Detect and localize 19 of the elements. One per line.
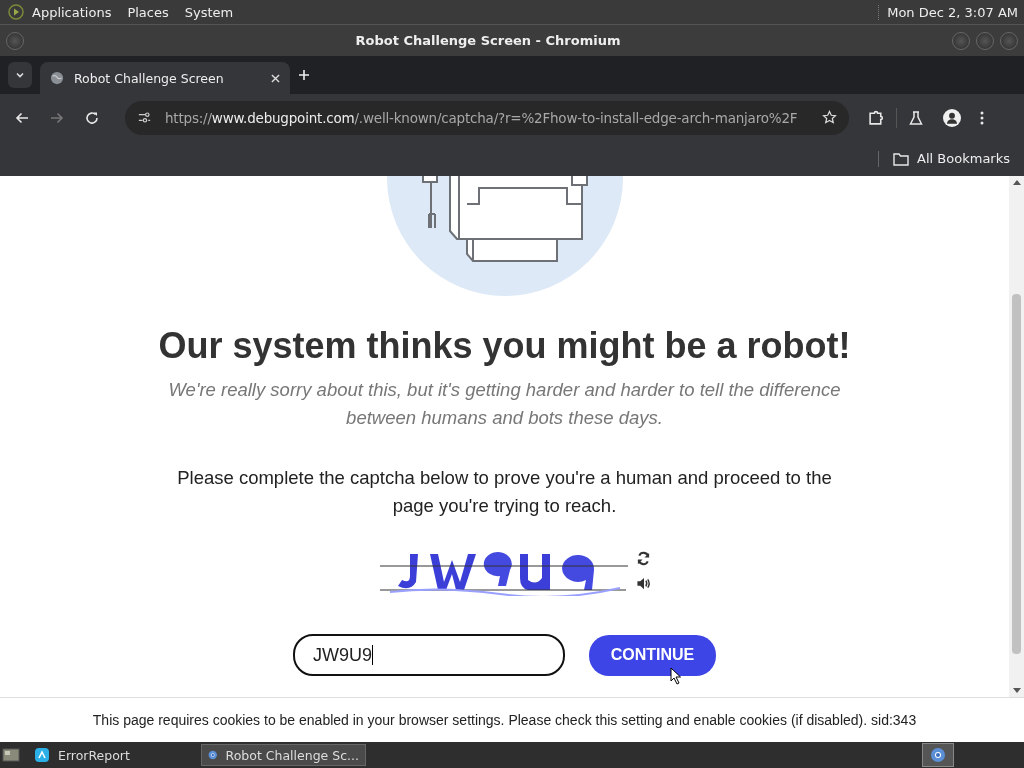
taskbar-item[interactable]: ErrorReport bbox=[28, 744, 193, 766]
bookmark-folder[interactable]: All Bookmarks bbox=[893, 151, 1010, 166]
window-title: Robot Challenge Screen - Chromium bbox=[354, 33, 622, 48]
panel-menu[interactable]: Places bbox=[127, 4, 169, 20]
instruction-text: Please complete the captcha below to prove you're a human and proceed to the page you're trying to reach. bbox=[176, 466, 833, 518]
answer-field[interactable]: JW9U9 bbox=[293, 634, 565, 676]
page-heading: Our system thinks you might be a robot! bbox=[158, 326, 851, 366]
cookie-notice-text: This page requires cookies to be enabled in your browser settings. Please check this setting and enable cookies (if disabled). sid:343 bbox=[92, 712, 917, 728]
url-text: https://www.debugpoint.com/.well-known/captcha/?r=%2Fhow-to-install-edge-arch-manjaro%2F bbox=[165, 109, 799, 126]
continue-button[interactable]: CONTINUE bbox=[589, 634, 716, 676]
clock[interactable]: Mon Dec 2, 3:07 AM bbox=[878, 4, 1018, 20]
taskbar-item[interactable]: Robot Challenge Sc... bbox=[201, 744, 366, 766]
bookmark-label: All Bookmarks bbox=[917, 151, 1010, 166]
address-bar[interactable]: https://www.debugpoint.com/.well-known/captcha/?r=%2Fhow-to-install-edge-arch-manjaro%2F bbox=[125, 100, 849, 135]
tab-title: Robot Challenge Screen bbox=[74, 70, 225, 86]
apology-text: We're really sorry about this, but it's getting harder and harder to tell the difference between humans and bots these days. bbox=[167, 378, 842, 430]
panel-menu[interactable]: Applications bbox=[32, 4, 112, 20]
browser-tab[interactable]: Robot Challenge Screen bbox=[40, 62, 290, 94]
panel-menu[interactable]: System bbox=[184, 4, 234, 20]
